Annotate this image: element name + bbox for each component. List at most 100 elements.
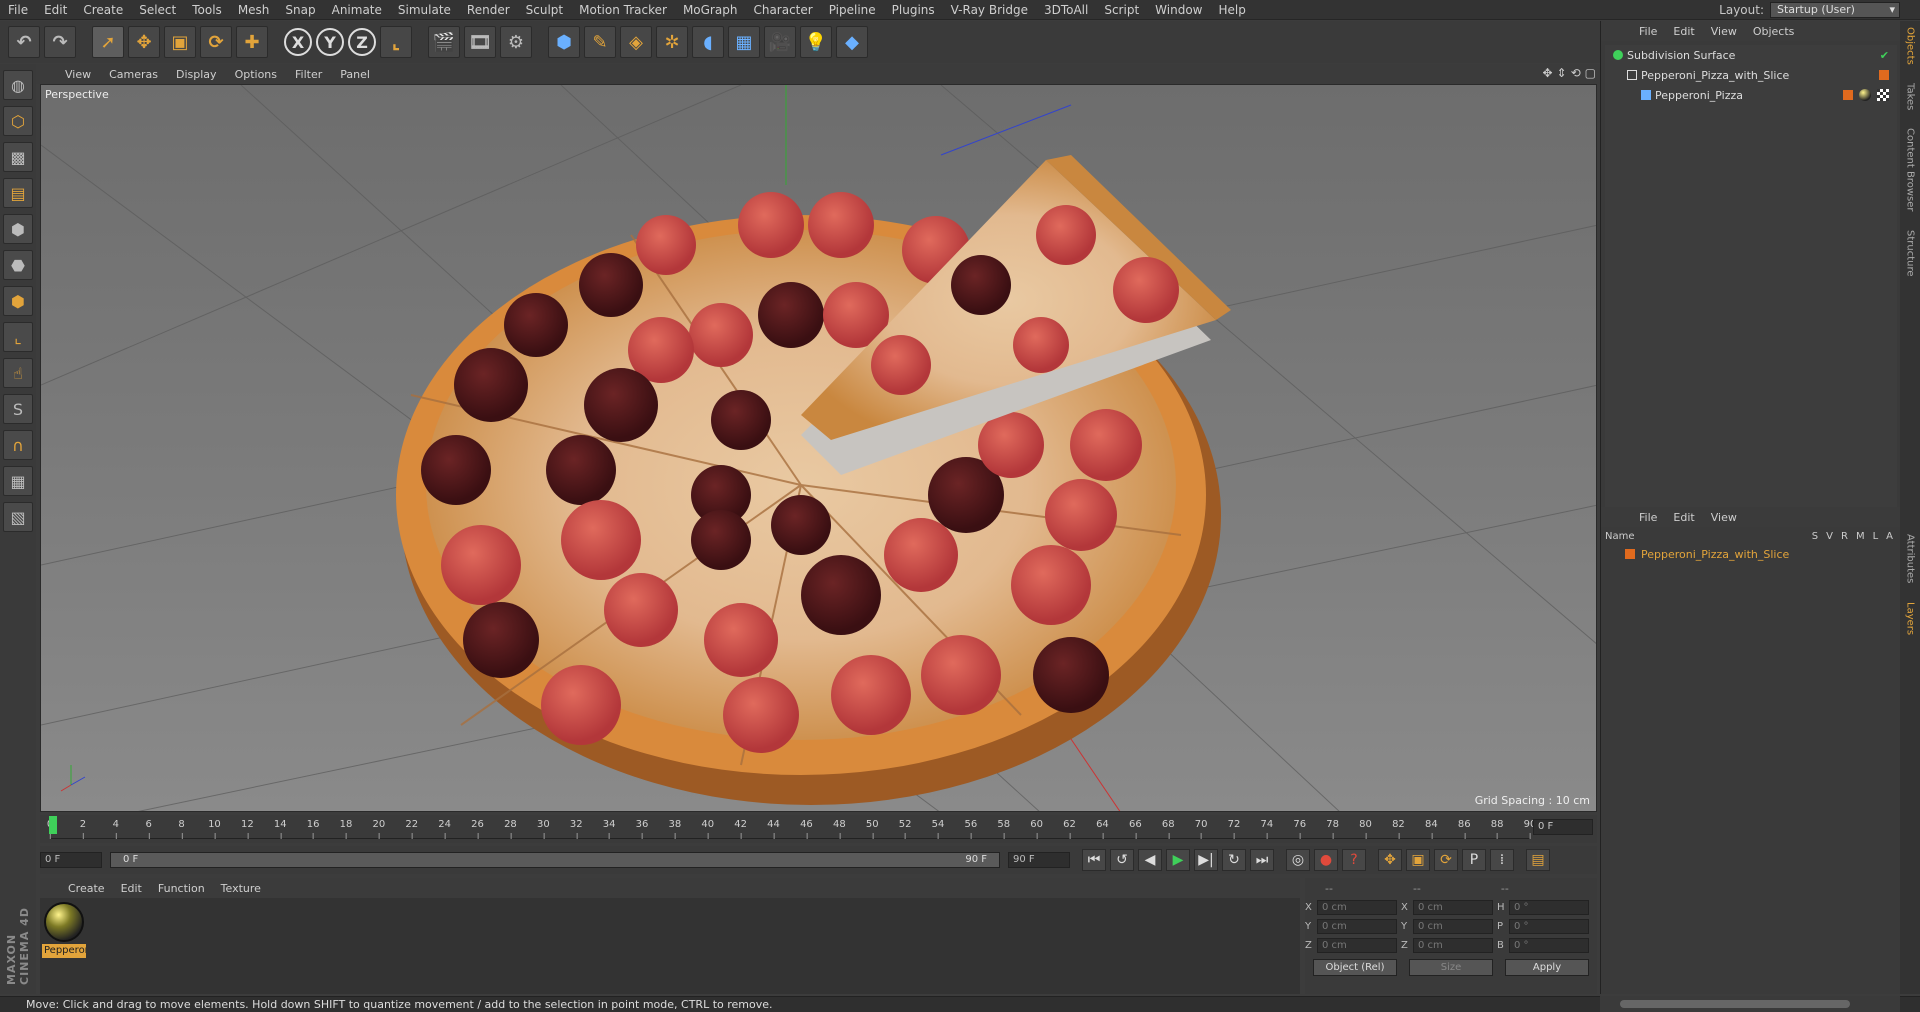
menu-vray-bridge[interactable]: V-Ray Bridge (943, 0, 1036, 20)
record-off-icon[interactable]: ◎ (1286, 849, 1310, 871)
go-to-end-icon[interactable]: ⏭ (1250, 849, 1274, 871)
position-z-field[interactable]: 0 cm (1317, 938, 1397, 953)
maximize-icon[interactable]: ▢ (1585, 66, 1596, 80)
redo-icon[interactable]: ↷ (44, 26, 76, 58)
deformer-icon[interactable]: ◖ (692, 26, 724, 58)
previous-frame-icon[interactable]: ◀ (1138, 849, 1162, 871)
layer-color-icon[interactable] (1879, 70, 1889, 80)
floor-icon[interactable]: ▦ (728, 26, 760, 58)
key-rotation-icon[interactable]: ⟳ (1434, 849, 1458, 871)
polygons-mode-icon[interactable]: ⬢ (3, 286, 33, 316)
rotate-tool-icon[interactable]: ⟳ (200, 26, 232, 58)
magnet-icon[interactable]: ∩ (3, 430, 33, 460)
object-row-subdivision-surface[interactable]: Subdivision Surface ✔ (1605, 45, 1897, 65)
object-row-pepperoni-pizza[interactable]: Pepperoni_Pizza (1605, 85, 1897, 105)
enabled-check-icon[interactable]: ✔ (1880, 49, 1889, 62)
key-position-icon[interactable]: ✥ (1378, 849, 1402, 871)
orbit-icon[interactable]: ⟲ (1571, 66, 1581, 80)
layer-row[interactable]: Pepperoni_Pizza_with_Slice (1605, 545, 1897, 563)
python-icon[interactable]: ◆ (836, 26, 868, 58)
model-mode-icon[interactable]: ⬡ (3, 106, 33, 136)
object-row-pepperoni-pizza-with-slice[interactable]: Pepperoni_Pizza_with_Slice (1605, 65, 1897, 85)
undo-icon[interactable]: ↶ (8, 26, 40, 58)
menu-motion-tracker[interactable]: Motion Tracker (571, 0, 675, 20)
timeline-ruler[interactable]: 0246810121416182022242628303234363840424… (47, 817, 1536, 839)
layer-menu-edit[interactable]: Edit (1665, 511, 1702, 524)
key-pla-icon[interactable]: ⁞ (1490, 849, 1514, 871)
light-icon[interactable]: 💡 (800, 26, 832, 58)
viewport-menu-view[interactable]: View (56, 68, 100, 81)
layout-select[interactable]: Startup (User) (1770, 2, 1900, 18)
object-menu-file[interactable]: File (1631, 25, 1665, 38)
record-icon[interactable]: ● (1314, 849, 1338, 871)
texture-tag-icon[interactable] (1877, 89, 1889, 101)
rotation-h-field[interactable]: 0 ° (1509, 900, 1589, 915)
menu-script[interactable]: Script (1096, 0, 1147, 20)
tab-takes[interactable]: Takes (1905, 83, 1916, 110)
layer-menu-view[interactable]: View (1703, 511, 1745, 524)
pen-icon[interactable]: ✎ (584, 26, 616, 58)
size-z-field[interactable]: 0 cm (1413, 938, 1493, 953)
scale-tool-icon[interactable]: ▣ (164, 26, 196, 58)
camera-icon[interactable]: 🎥 (764, 26, 796, 58)
planar-workplane-icon[interactable]: ▧ (3, 502, 33, 532)
menu-pipeline[interactable]: Pipeline (821, 0, 884, 20)
frame-range-slider[interactable]: 0 F 90 F (110, 852, 1000, 868)
viewport-menu-display[interactable]: Display (167, 68, 226, 81)
render-settings-icon[interactable]: ⚙ (500, 26, 532, 58)
material-menu-create[interactable]: Create (60, 882, 113, 895)
tab-attributes[interactable]: Attributes (1905, 534, 1916, 583)
snap-icon[interactable]: S (3, 394, 33, 424)
menu-create[interactable]: Create (75, 0, 131, 20)
y-axis-icon[interactable]: Y (316, 28, 344, 56)
menu-file[interactable]: File (0, 0, 36, 20)
material-menu-edit[interactable]: Edit (113, 882, 150, 895)
lock-workplane-icon[interactable]: ▦ (3, 466, 33, 496)
menu-window[interactable]: Window (1147, 0, 1210, 20)
cube-icon[interactable]: ⬢ (548, 26, 580, 58)
material-name[interactable]: Pepperoni_Pizza (42, 944, 86, 958)
make-editable-icon[interactable]: ◍ (3, 70, 33, 100)
edges-mode-icon[interactable]: ⬣ (3, 250, 33, 280)
size-mode-dropdown[interactable]: Size (1409, 959, 1493, 976)
viewport-menu-panel[interactable]: Panel (331, 68, 379, 81)
layer-menu-file[interactable]: File (1631, 511, 1665, 524)
next-key-icon[interactable]: ↻ (1222, 849, 1246, 871)
go-to-start-icon[interactable]: ⏮ (1082, 849, 1106, 871)
menu-render[interactable]: Render (459, 0, 518, 20)
key-scale-icon[interactable]: ▣ (1406, 849, 1430, 871)
object-menu-view[interactable]: View (1703, 25, 1745, 38)
key-parameter-icon[interactable]: P (1462, 849, 1486, 871)
layer-color-swatch[interactable] (1625, 549, 1635, 559)
render-picture-viewer-icon[interactable]: 🎞 (464, 26, 496, 58)
start-frame-field[interactable]: 0 F (40, 852, 102, 868)
apply-button[interactable]: Apply (1505, 959, 1589, 976)
tab-objects[interactable]: Objects (1905, 27, 1916, 65)
menu-mesh[interactable]: Mesh (230, 0, 278, 20)
render-view-icon[interactable]: 🎬 (428, 26, 460, 58)
menu-animate[interactable]: Animate (324, 0, 390, 20)
menu-3dtoall[interactable]: 3DToAll (1036, 0, 1096, 20)
live-select-icon[interactable]: ✚ (236, 26, 268, 58)
layer-color-icon[interactable] (1843, 90, 1853, 100)
viewport-menu-filter[interactable]: Filter (286, 68, 331, 81)
coordinate-mode-dropdown[interactable]: Object (Rel) (1313, 959, 1397, 976)
tweak-mode-icon[interactable]: ☝ (3, 358, 33, 388)
object-menu-edit[interactable]: Edit (1665, 25, 1702, 38)
position-x-field[interactable]: 0 cm (1317, 900, 1397, 915)
points-mode-icon[interactable]: ⬢ (3, 214, 33, 244)
dolly-icon[interactable]: ⇕ (1557, 66, 1567, 80)
playhead[interactable] (49, 816, 57, 834)
auto-key-icon[interactable]: ? (1342, 849, 1366, 871)
object-menu-objects[interactable]: Objects (1745, 25, 1803, 38)
rotation-b-field[interactable]: 0 ° (1509, 938, 1589, 953)
menu-tools[interactable]: Tools (184, 0, 230, 20)
material-menu-function[interactable]: Function (150, 882, 213, 895)
menu-snap[interactable]: Snap (277, 0, 323, 20)
material-tag-icon[interactable] (1859, 89, 1871, 101)
x-axis-icon[interactable]: X (284, 28, 312, 56)
end-frame-field[interactable]: 90 F (1008, 852, 1070, 868)
rotation-p-field[interactable]: 0 ° (1509, 919, 1589, 934)
pan-icon[interactable]: ✥ (1542, 66, 1552, 80)
workplane-icon[interactable]: ▤ (3, 178, 33, 208)
